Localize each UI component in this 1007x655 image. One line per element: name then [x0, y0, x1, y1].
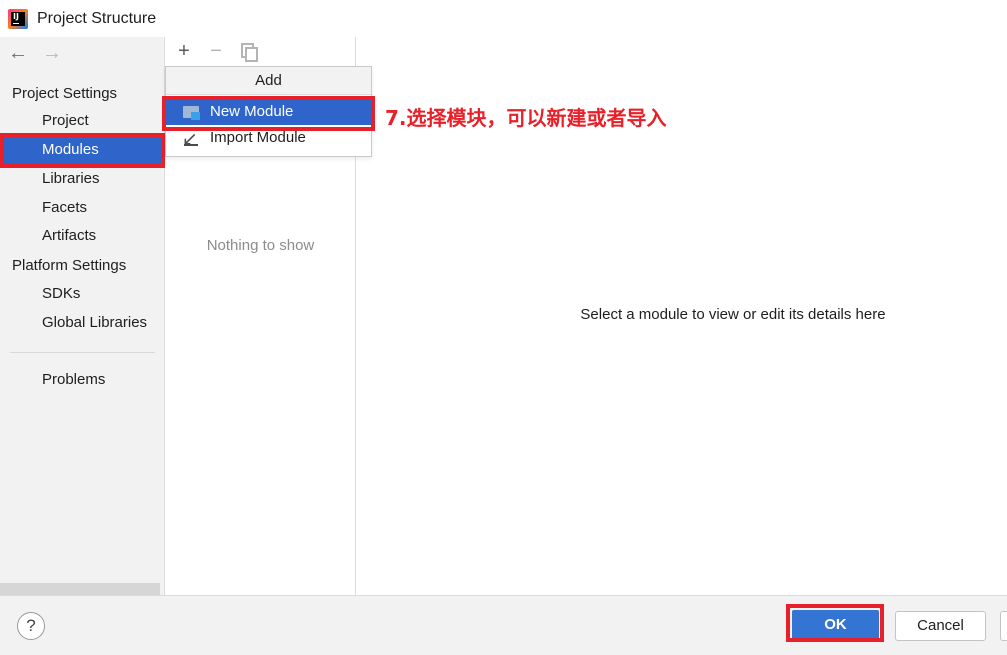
empty-list-text: Nothing to show [206, 237, 315, 254]
sidebar-item-project[interactable]: Project [0, 106, 165, 135]
settings-sidebar: ← → Project Settings Project Modules Lib… [0, 37, 165, 595]
popup-header: Add [166, 67, 371, 95]
annotation-text: 7.选择模块，可以新建或者导入 [385, 106, 667, 130]
nav-arrows: ← → [8, 43, 62, 63]
sidebar-item-sdks[interactable]: SDKs [0, 279, 165, 308]
sidebar-item-facets[interactable]: Facets [0, 193, 165, 222]
arrow-left-icon[interactable]: ← [8, 43, 28, 63]
sidebar-item-global-libraries[interactable]: Global Libraries [0, 308, 165, 337]
group-project-settings: Project Settings [12, 85, 118, 102]
help-button[interactable]: ? [17, 612, 45, 640]
sidebar-item-modules[interactable]: Modules [0, 135, 165, 164]
module-toolbar: + − [165, 37, 356, 64]
arrow-right-icon[interactable]: → [42, 43, 62, 63]
sidebar-item-problems[interactable]: Problems [0, 365, 165, 394]
sidebar-item-libraries[interactable]: Libraries [0, 164, 165, 193]
add-popup-menu: Add New Module Import Module [165, 66, 372, 157]
menu-item-import-module[interactable]: Import Module [166, 125, 371, 152]
minus-icon[interactable]: − [207, 41, 225, 61]
window-title: Project Structure [37, 9, 157, 27]
sidebar-scrollbar[interactable] [0, 583, 160, 595]
menu-item-label: New Module [210, 103, 294, 120]
menu-item-new-module[interactable]: New Module [166, 99, 371, 125]
sidebar-divider [10, 352, 155, 353]
copy-icon[interactable] [239, 42, 258, 62]
detail-placeholder-text: Select a module to view or edit its deta… [580, 306, 886, 323]
cancel-button[interactable]: Cancel [895, 611, 986, 641]
plus-icon[interactable]: + [175, 41, 193, 61]
group-platform-settings: Platform Settings [12, 257, 127, 274]
ok-button[interactable]: OK [792, 610, 879, 640]
dialog-footer: ? OK Cancel [0, 595, 1007, 655]
menu-item-label: Import Module [210, 129, 306, 146]
import-icon [182, 126, 202, 152]
apply-button[interactable] [1000, 611, 1007, 641]
intellij-app-icon: IJ [8, 8, 28, 29]
sidebar-item-artifacts[interactable]: Artifacts [0, 221, 165, 250]
folder-icon [182, 103, 202, 121]
title-bar: IJ Project Structure [0, 0, 1007, 37]
